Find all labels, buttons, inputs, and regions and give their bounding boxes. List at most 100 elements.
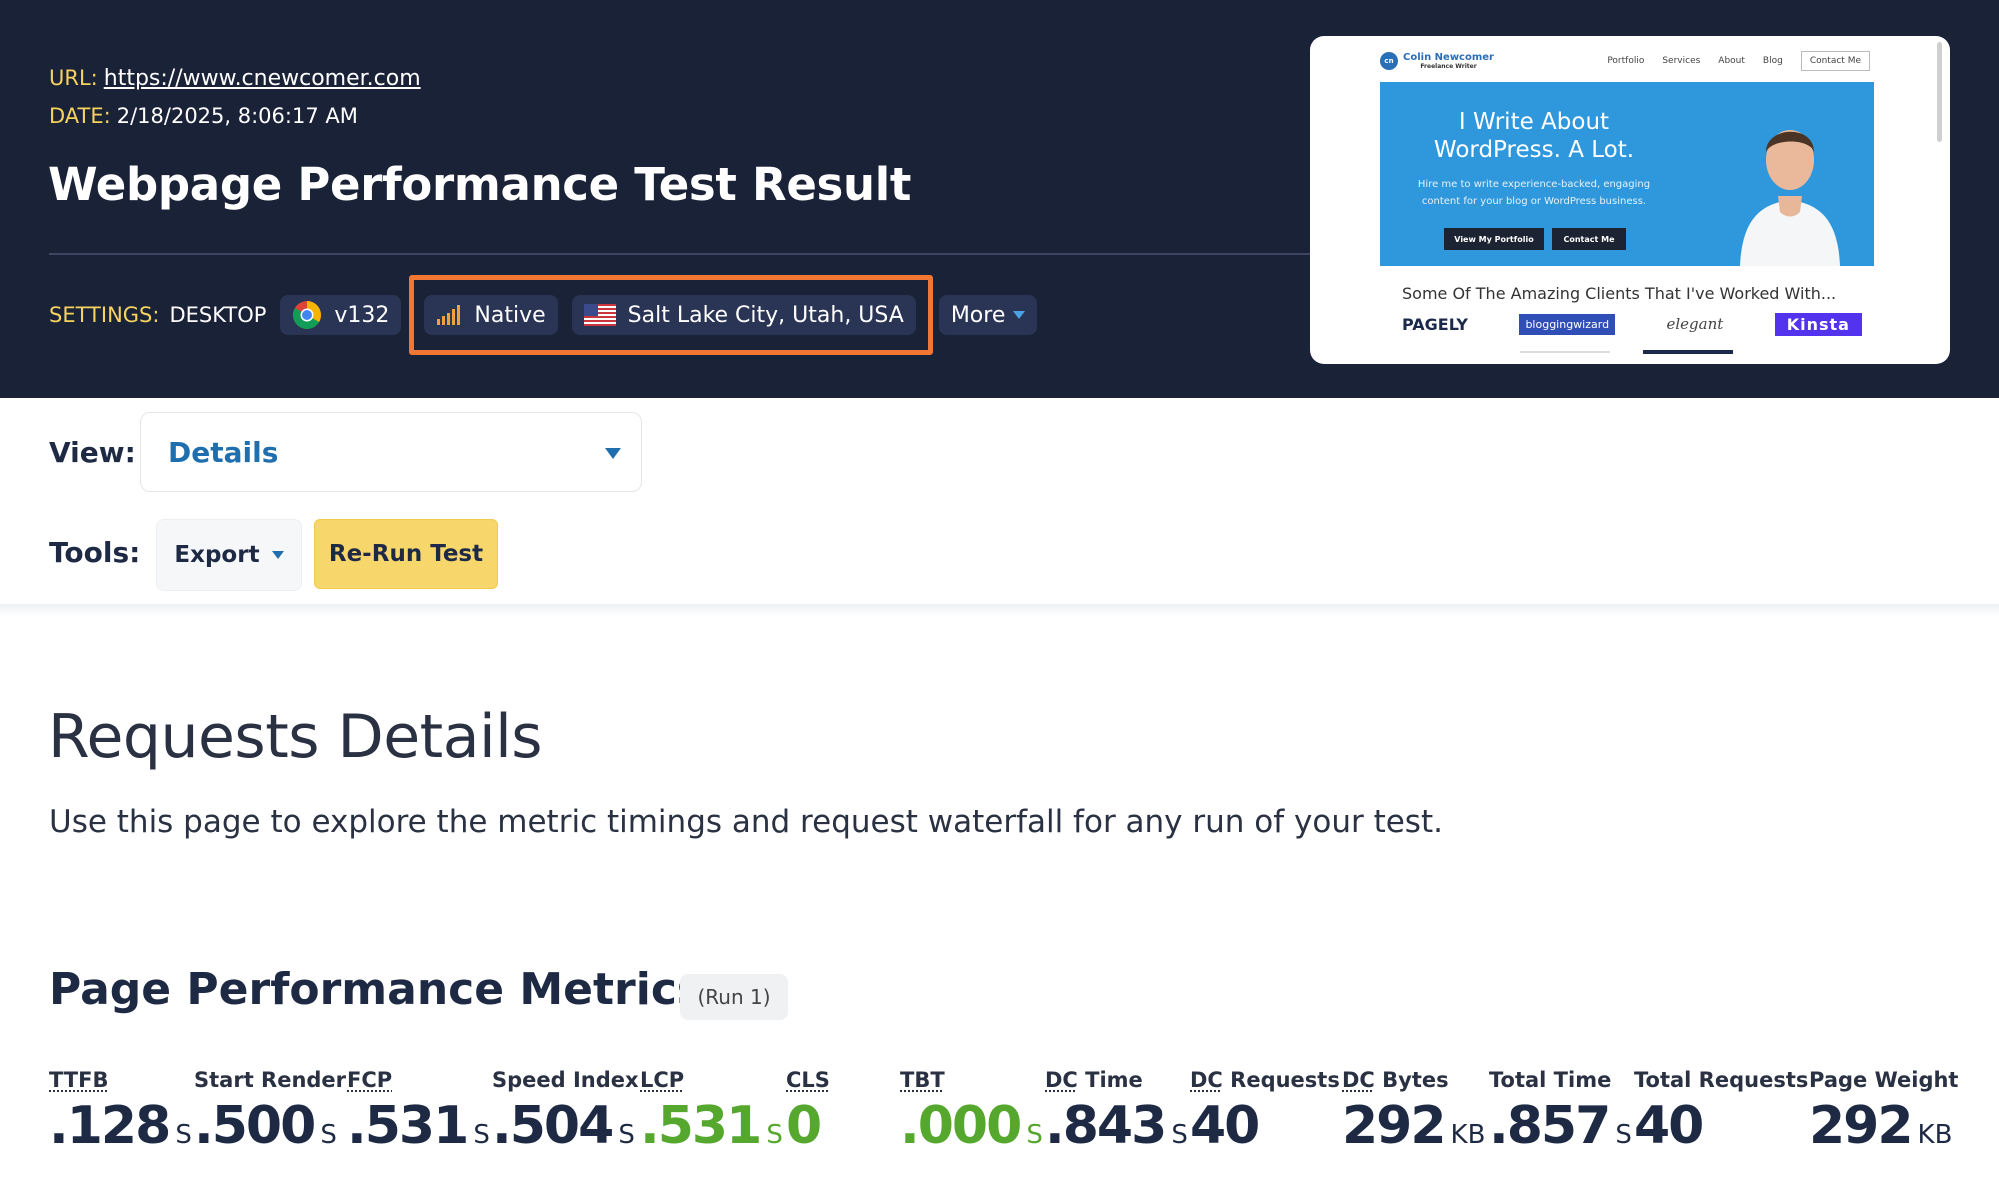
browser-version: v132 [334,302,390,328]
elegant-logo: elegant [1666,315,1724,333]
page-title: Webpage Performance Test Result [48,158,912,211]
location-chip[interactable]: Salt Lake City, Utah, USA [571,295,916,335]
run-badge: (Run 1) [680,974,788,1020]
thumb-nav-services: Services [1662,56,1701,66]
metric-label-abbr[interactable]: DC [1190,1068,1223,1092]
metric-ttfb: TTFB .128 S [49,1068,192,1165]
export-button[interactable]: Export [156,519,302,591]
metric-cls: CLS 0 [786,1068,830,1156]
metric-unit: S [473,1120,490,1150]
metric-label-abbr[interactable]: DC [1045,1068,1078,1092]
metric-label[interactable]: TBT [900,1068,945,1092]
test-date: 2/18/2025, 8:06:17 AM [116,104,358,128]
thumb-contact-button: Contact Me [1552,228,1626,250]
thumb-site-nav: cn Colin Newcomer Freelance Writer Portf… [1380,48,1870,74]
view-selected-value: Details [168,436,279,469]
metric-unit: KB [1450,1120,1486,1150]
metric-unit: S [1615,1120,1632,1150]
metric-label: Speed Index [492,1068,639,1092]
metric-dc-requests: DC Requests 40 [1190,1068,1340,1156]
metric-value: .857 [1489,1096,1611,1156]
more-label: More [950,302,1006,328]
metric-tbt: TBT .000 S [900,1068,1043,1165]
requests-details-description: Use this page to explore the metric timi… [49,804,1443,840]
metric-label[interactable]: LCP [640,1068,684,1092]
chevron-down-icon [1013,311,1026,319]
chevron-down-icon [605,448,621,459]
thumb-nav-contact: Contact Me [1800,51,1870,71]
metric-dc-time: DC Time .843 S [1045,1068,1188,1165]
thumb-logo-name: Colin Newcomer [1403,52,1494,63]
metric-page-weight: Page Weight 292 KB [1809,1068,1958,1165]
logo-mark-icon: cn [1380,52,1398,70]
us-flag-icon [583,304,616,326]
metric-unit: S [175,1120,192,1150]
result-header: URL: https://www.cnewcomer.com DATE: 2/18/… [0,0,1999,398]
metric-unit: S [1026,1120,1043,1150]
location-value: Salt Lake City, Utah, USA [627,302,904,328]
thumb-slider-indicator [1643,350,1733,354]
highlight-box: Native Salt Lake City, Utah, USA [409,275,933,355]
page-screenshot-thumbnail[interactable]: cn Colin Newcomer Freelance Writer Portf… [1310,36,1950,364]
metric-unit: S [320,1120,337,1150]
metric-total-requests: Total Requests 40 [1634,1068,1808,1156]
connection-value: Native [474,302,546,328]
metric-value: 292 [1809,1096,1914,1156]
thumb-person-photo [1740,130,1840,266]
url-label: URL: [49,66,98,90]
metric-value: .504 [492,1096,614,1156]
thumb-nav-portfolio: Portfolio [1607,56,1645,66]
metric-label-abbr[interactable]: DC [1342,1068,1375,1092]
view-label: View: [49,436,136,469]
metric-value: .128 [49,1096,171,1156]
tested-url-link[interactable]: https://www.cnewcomer.com [104,66,421,91]
metric-speed-index: Speed Index .504 S [492,1068,639,1165]
metric-value: 292 [1342,1096,1447,1156]
chevron-down-icon [271,551,284,559]
connection-chip[interactable]: Native [424,295,558,335]
thumb-nav-about: About [1718,56,1745,66]
metric-value: 40 [1634,1096,1704,1156]
metric-label[interactable]: TTFB [49,1068,108,1092]
pagely-logo: PAGELY [1402,314,1468,334]
thumb-hero-subtitle: Hire me to write experience-backed, enga… [1417,179,1651,207]
metric-dc-bytes: DC Bytes 292 KB [1342,1068,1485,1165]
metric-label: Start Render [194,1068,347,1092]
date-line: DATE: 2/18/2025, 8:06:17 AM [49,104,358,128]
metric-lcp: LCP .531 S [640,1068,783,1165]
metric-value: .531 [347,1096,469,1156]
metric-value: .531 [640,1096,762,1156]
thumb-site-logo: cn Colin Newcomer Freelance Writer [1380,52,1494,70]
browser-chip[interactable]: v132 [280,295,402,335]
metric-label[interactable]: FCP [347,1068,392,1092]
thumb-client-logos: PAGELY bloggingwizard elegant Kinsta [1402,312,1862,336]
url-line: URL: https://www.cnewcomer.com [49,66,421,91]
bloggingwizard-logo: bloggingwizard [1519,313,1616,335]
thumb-hero-title: I Write About WordPress. A Lot. [1433,109,1635,163]
more-settings-button[interactable]: More [938,295,1038,335]
metric-fcp: FCP .531 S [347,1068,490,1165]
metric-value: .000 [900,1096,1022,1156]
header-divider [49,253,1311,255]
signal-bars-icon [436,305,462,325]
metric-label: Page Weight [1809,1068,1959,1092]
rerun-test-button[interactable]: Re-Run Test [314,519,498,589]
chrome-icon [292,300,322,330]
metric-label: Total Requests [1634,1068,1809,1092]
thumb-scrollbar [1937,42,1942,142]
metric-label: Requests [1230,1068,1340,1092]
section-divider [0,604,1999,618]
view-select[interactable]: Details [140,412,642,492]
date-label: DATE: [49,104,111,128]
metric-unit: S [766,1120,783,1150]
metric-value: 0 [786,1096,822,1156]
metric-unit: S [1171,1120,1188,1150]
metric-label: Bytes [1382,1068,1449,1092]
metric-label[interactable]: CLS [786,1068,830,1092]
metrics-heading: Page Performance Metrics [49,964,704,1015]
metric-total-time: Total Time .857 S [1489,1068,1632,1165]
requests-details-heading: Requests Details [48,702,543,772]
metric-value: .500 [194,1096,316,1156]
kinsta-logo: Kinsta [1774,312,1862,336]
thumb-nav-links: Portfolio Services About Blog Contact Me [1607,51,1870,71]
